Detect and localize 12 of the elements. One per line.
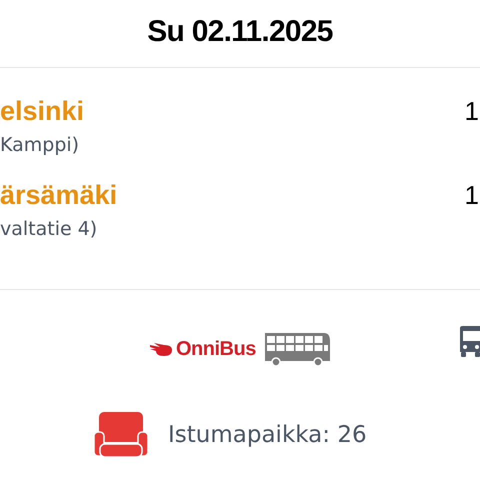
stop-address: Kamppi)	[0, 133, 80, 158]
seat-number: Istumapaikka: 26	[168, 420, 367, 450]
date-heading: Su 02.11.2025	[147, 14, 333, 50]
double-decker-bus-icon	[264, 331, 332, 367]
seat-icon	[94, 412, 148, 458]
departure-time: 1	[464, 179, 480, 212]
stop-name: elsinki	[0, 95, 84, 128]
stop-name: ärsämäki	[0, 179, 118, 212]
operator-logo: OnniBus	[176, 337, 256, 362]
stop-address: valtatie 4)	[0, 217, 98, 242]
flame-icon	[148, 341, 174, 357]
departure-time: 1	[464, 95, 480, 128]
